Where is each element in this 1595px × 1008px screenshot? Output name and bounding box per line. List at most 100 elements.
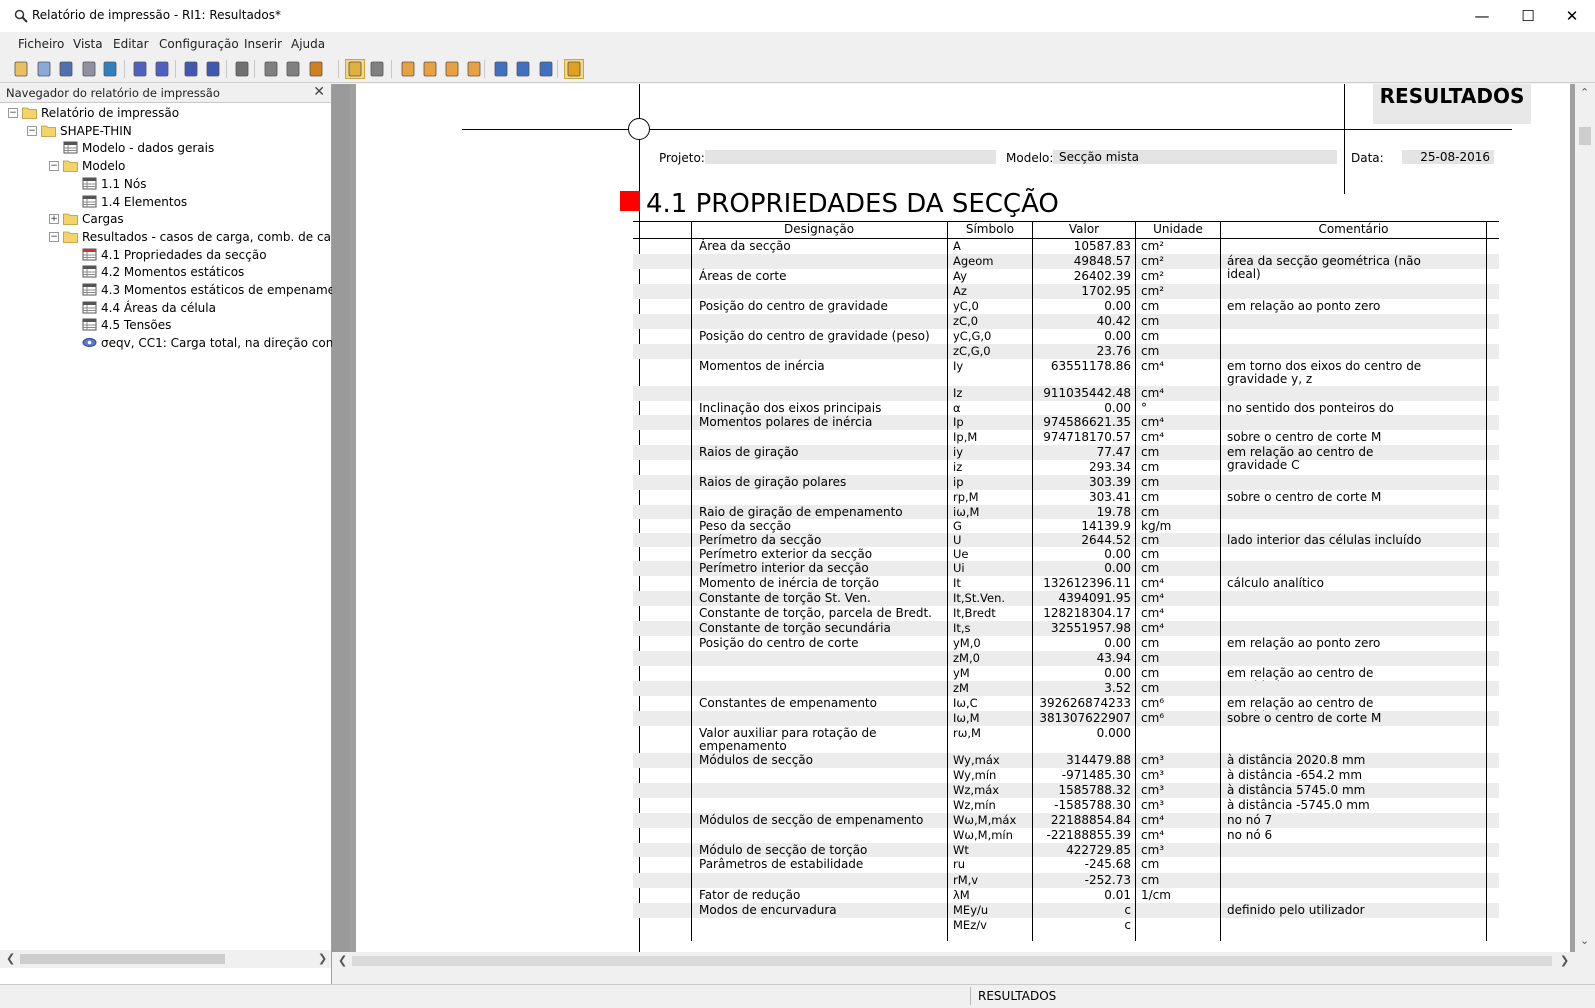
scroll-right-icon[interactable]: ❯ — [318, 952, 327, 965]
cell-simbolo: It,Bredt — [953, 606, 996, 620]
tree-item[interactable]: 4.3 Momentos estáticos de empenamento — [0, 281, 355, 299]
horizontal-scroll-thumb[interactable] — [352, 956, 1552, 966]
tree-item[interactable]: − Resultados - casos de carga, comb. de c… — [0, 228, 351, 246]
table-row: Raio de giração de empenamento iω,M 19.78 c… — [633, 505, 1499, 519]
tree-item[interactable]: + Cargas — [0, 210, 331, 228]
page-view-icon[interactable] — [399, 60, 417, 78]
cell-valor: 40.42 — [1096, 314, 1131, 328]
collapse-icon[interactable]: − — [8, 108, 18, 118]
cell-valor: 303.39 — [1089, 475, 1131, 489]
col-header-simbolo: Símbolo — [948, 221, 1033, 238]
tree-item[interactable]: 4.4 Áreas da célula — [0, 299, 331, 317]
tree-item[interactable]: − SHAPE-THIN — [0, 122, 331, 140]
cell-simbolo: It — [953, 576, 961, 590]
menu-inserir[interactable]: Inserir — [244, 37, 282, 51]
help-icon[interactable] — [564, 59, 584, 79]
tool-a-icon[interactable] — [492, 60, 510, 78]
table-row: Modos de encurvadura MEy/u c definido pelo … — [633, 903, 1499, 918]
edit-icon[interactable] — [421, 60, 439, 78]
menu-editar[interactable]: Editar — [113, 37, 149, 51]
projeto-label: Projeto: — [659, 151, 705, 165]
cell-designacao: Peso da secção — [699, 519, 791, 533]
close-window-button[interactable]: ✕ — [1549, 0, 1595, 32]
col-rule-2 — [947, 221, 948, 941]
cell-simbolo: rω,M — [953, 726, 981, 740]
table-row: Az 1702.95 cm² — [633, 284, 1499, 299]
settings-icon[interactable] — [307, 60, 325, 78]
document-area: RESULTADOS Projeto: Modelo: Secção mista… — [332, 84, 1595, 952]
cell-designacao: Valor auxiliar para rotação de empenamen… — [699, 726, 877, 753]
cell-unidade: cm² — [1141, 254, 1165, 268]
tree-item[interactable]: σeqv, CC1: Carga total, na direção contr… — [0, 334, 366, 352]
next-page-icon[interactable] — [153, 60, 171, 78]
export-icon[interactable] — [233, 60, 251, 78]
cell-valor: 303.41 — [1089, 490, 1131, 504]
last-page-icon[interactable] — [204, 60, 222, 78]
table-row: Perímetro exterior da secção Ue 0.00 cm — [633, 547, 1499, 561]
col-header-unidade: Unidade — [1136, 221, 1221, 238]
tree-item[interactable]: − Modelo — [0, 157, 331, 175]
maximize-button[interactable]: ☐ — [1505, 0, 1551, 32]
minimize-button[interactable]: — — [1459, 0, 1505, 32]
table-row: Constantes de empenamento Iω,C 39262687423… — [633, 696, 1499, 723]
tree-item[interactable]: 4.1 Propriedades da secção — [0, 246, 331, 264]
pointer-icon[interactable] — [368, 60, 386, 78]
print-icon[interactable] — [80, 60, 98, 78]
tree-item[interactable]: 4.2 Momentos estáticos — [0, 263, 331, 281]
zoom-out-icon[interactable] — [284, 60, 302, 78]
navigator-horizontal-scrollbar[interactable]: ❮ ❯ — [0, 950, 331, 968]
document-vertical-scrollbar[interactable]: ⌃ ⌄ — [1575, 84, 1595, 952]
navigator-scroll-thumb[interactable] — [20, 954, 225, 964]
zoom-in-icon[interactable] — [262, 60, 280, 78]
scroll-left-icon[interactable]: ❮ — [6, 952, 15, 965]
cell-valor: 0.00 — [1104, 547, 1131, 561]
menu-ficheiro[interactable]: Ficheiro — [18, 37, 64, 51]
header-icon[interactable] — [443, 60, 461, 78]
first-page-icon[interactable] — [182, 60, 200, 78]
tree-item[interactable]: 4.5 Tensões — [0, 316, 331, 334]
toolbar-separator — [124, 60, 125, 78]
hscroll-right-icon[interactable]: ❯ — [1560, 954, 1569, 967]
navigator-close-icon[interactable]: ✕ — [313, 84, 325, 100]
select-icon[interactable] — [345, 59, 365, 79]
new-report-icon[interactable] — [12, 60, 30, 78]
collapse-icon[interactable]: − — [49, 161, 59, 172]
menu-configuracao[interactable]: Configuração — [159, 37, 239, 51]
cell-unidade: cm⁴ — [1141, 606, 1165, 620]
cell-comentario: à distância -5745.0 mm — [1227, 798, 1370, 812]
collapse-icon[interactable]: − — [49, 231, 59, 242]
cell-simbolo: Wt — [953, 843, 969, 857]
tree-item-label: 4.5 Tensões — [101, 318, 172, 333]
prev-page-icon[interactable] — [131, 60, 149, 78]
document-horizontal-scrollbar[interactable]: ❮ ❯ — [332, 952, 1595, 970]
cell-valor: 4394091.95 — [1058, 591, 1131, 605]
expand-icon[interactable]: + — [49, 214, 59, 225]
refresh-icon[interactable] — [101, 60, 119, 78]
table-row: Inclinação dos eixos principais α 0.00 ° no … — [633, 401, 1499, 428]
cell-designacao: Perímetro interior da secção — [699, 561, 869, 575]
table-row: Módulos de secção Wy,máx 314479.88 cm³ à dis… — [633, 753, 1499, 768]
hscroll-left-icon[interactable]: ❮ — [338, 954, 347, 967]
tree-item[interactable]: − Relatório de impressão — [0, 104, 331, 122]
tree-item[interactable]: Modelo - dados gerais — [0, 139, 331, 157]
open-icon[interactable] — [35, 60, 53, 78]
tree-item[interactable]: 1.4 Elementos — [0, 193, 331, 211]
menu-ajuda[interactable]: Ajuda — [291, 37, 325, 51]
tree-item[interactable]: 1.1 Nós — [0, 175, 331, 193]
vertical-scroll-thumb[interactable] — [1579, 127, 1591, 145]
menu-vista[interactable]: Vista — [73, 37, 103, 51]
tool-b-icon[interactable] — [514, 60, 532, 78]
modelo-field: Secção mista — [1053, 150, 1337, 164]
layout-icon[interactable] — [465, 60, 483, 78]
scroll-up-icon[interactable]: ⌃ — [1580, 86, 1589, 99]
cell-designacao: Constante de torção St. Ven. — [699, 591, 871, 605]
table-icon — [82, 318, 97, 331]
collapse-icon[interactable]: − — [27, 125, 37, 136]
tree-item-label: Relatório de impressão — [41, 106, 180, 120]
scroll-down-icon[interactable]: ⌄ — [1580, 934, 1589, 947]
table-icon — [82, 301, 97, 314]
tool-c-icon[interactable] — [537, 60, 555, 78]
save-icon[interactable] — [57, 60, 75, 78]
table-row: Wz,máx 1585788.32 cm³ à distância 5745.0 mm — [633, 783, 1499, 798]
section-marker-icon — [620, 191, 640, 211]
